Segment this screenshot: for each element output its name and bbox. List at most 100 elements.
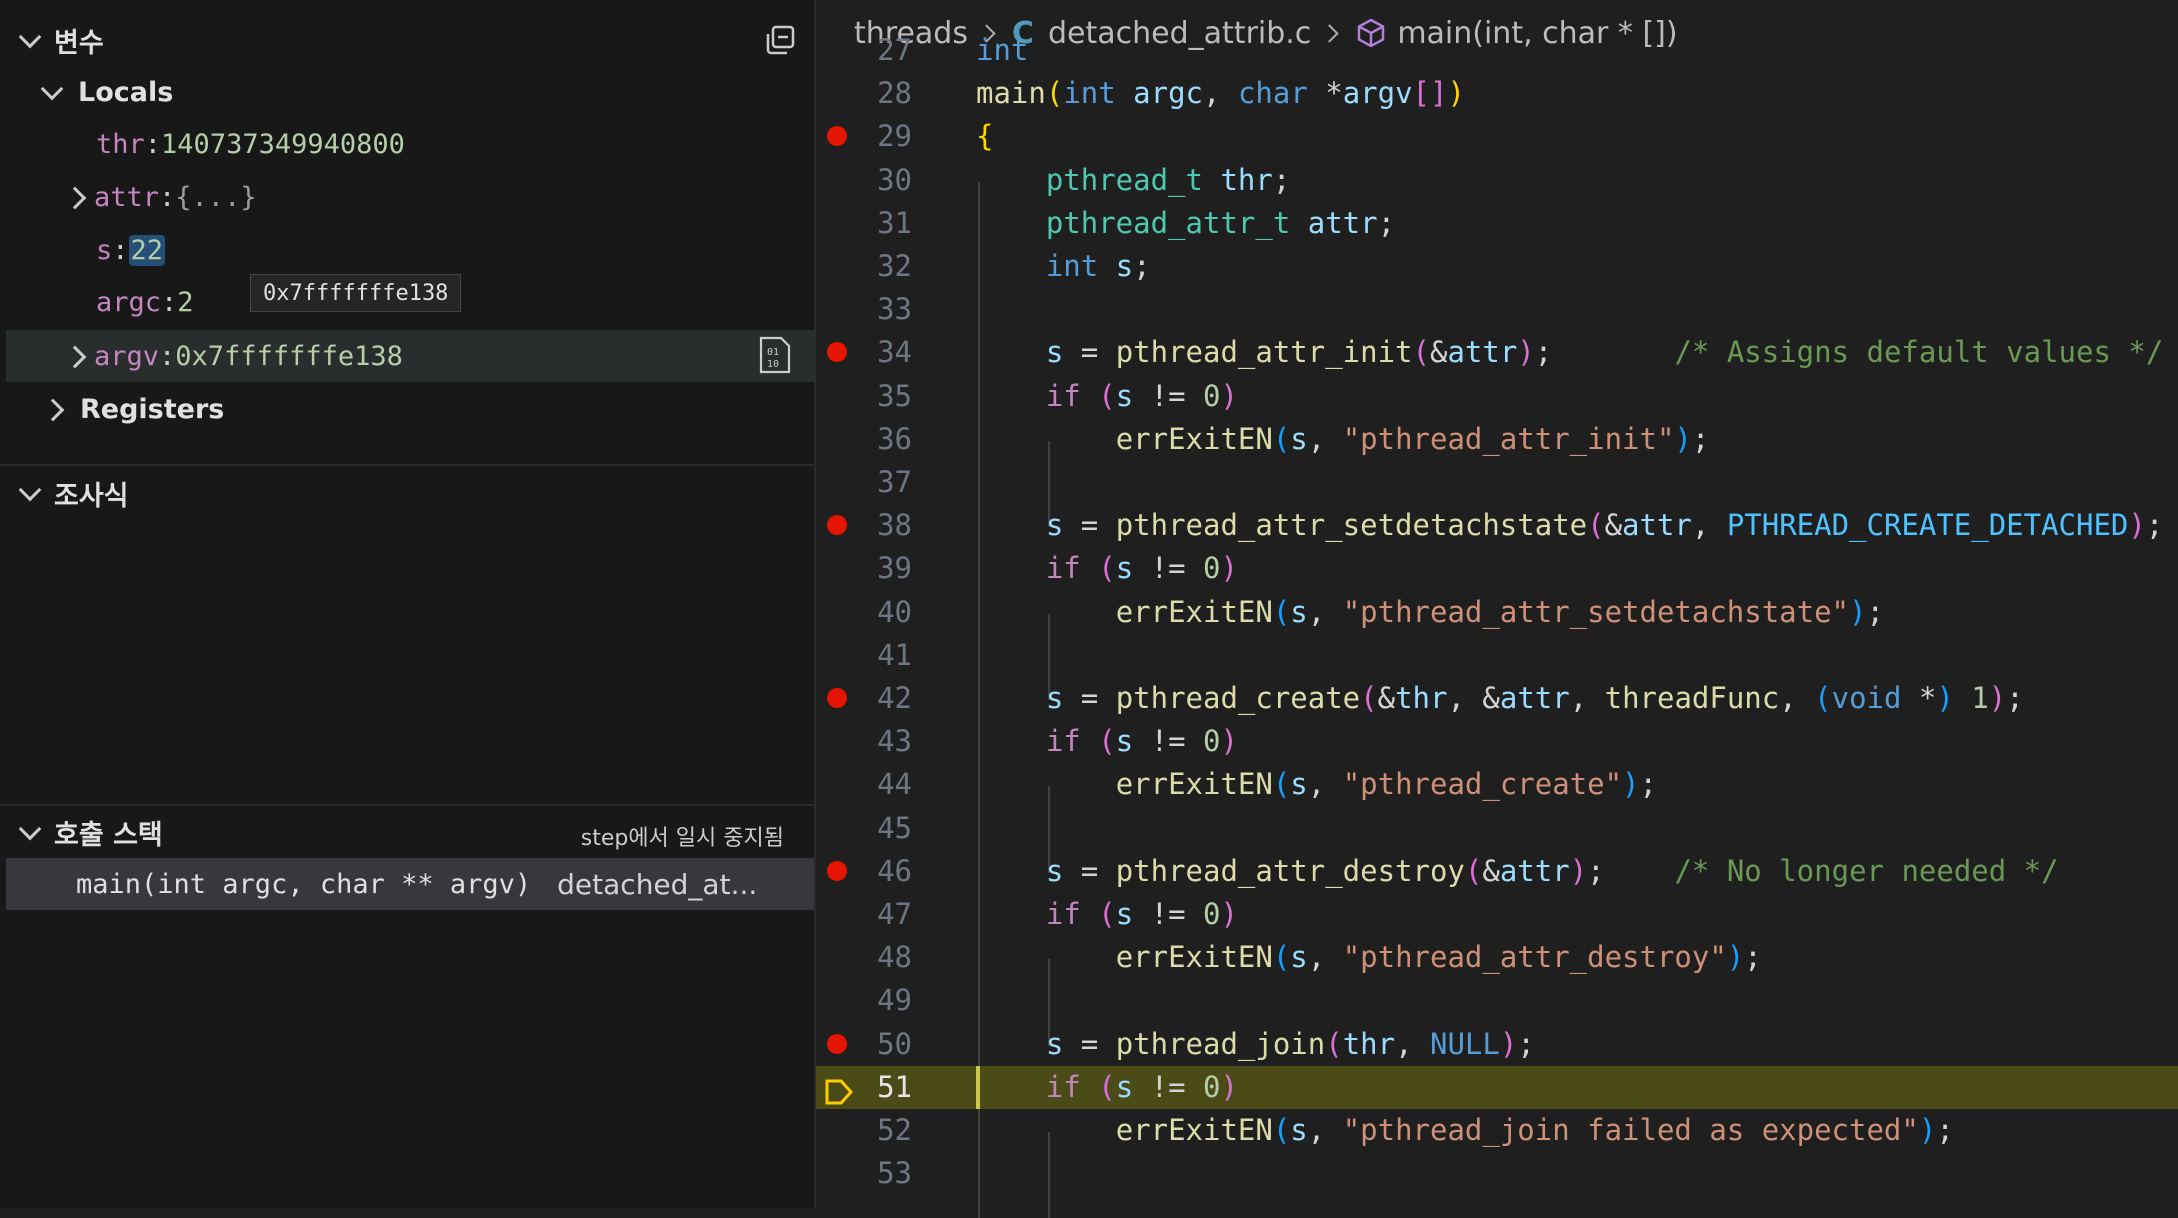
code-line[interactable]: 35 if (s != 0) [816, 375, 2178, 418]
code-text: errExitEN(s, "pthread_attr_init"); [1115, 421, 1710, 456]
view-binary-data-icon[interactable]: 01 10 [758, 336, 792, 378]
chevron-right-icon [42, 395, 70, 423]
code-line[interactable]: 29 { [816, 115, 2178, 158]
line-number: 43 [877, 724, 912, 759]
code-line[interactable]: 53 [816, 1152, 2178, 1195]
code-line[interactable]: 45 [816, 807, 2178, 850]
variable-name: argc [96, 286, 162, 318]
line-number: 30 [877, 162, 912, 197]
line-number: 47 [877, 897, 912, 931]
code-text: pthread_t thr; [1045, 162, 1291, 197]
code-line[interactable]: 43 if (s != 0) [816, 720, 2178, 763]
code-text: errExitEN(s, "pthread_join failed as exp… [1115, 1113, 1954, 1147]
line-number: 44 [877, 767, 912, 802]
collapse-all-icon[interactable] [764, 24, 796, 60]
code-text: s = pthread_attr_destroy(&attr); /* No l… [1045, 853, 2059, 888]
code-text: s = pthread_attr_setdetachstate(&attr, P… [1045, 508, 2164, 543]
code-line[interactable]: 51 if (s != 0) [816, 1065, 2178, 1109]
code-line[interactable]: 40 errExitEN(s, "pthread_attr_setdetachs… [816, 591, 2178, 634]
code-line[interactable]: 39 if (s != 0) [816, 547, 2178, 590]
line-number: 32 [877, 249, 912, 283]
variables-title: 변수 [54, 27, 104, 59]
variable-value: 2 [177, 286, 194, 318]
chevron-right-icon[interactable] [64, 342, 92, 370]
code-line[interactable]: 47 if (s != 0) [816, 893, 2178, 936]
variable-name: argv [94, 340, 160, 372]
line-number: 28 [877, 76, 912, 111]
code-line[interactable]: 27 int [816, 29, 2178, 72]
code-line[interactable]: 48 errExitEN(s, "pthread_attr_destroy"); [816, 936, 2178, 979]
variable-row-attr[interactable]: attr : {...} [6, 171, 814, 223]
code-line[interactable]: 32 int s; [816, 245, 2178, 288]
code-text: if (s != 0) [1045, 897, 1238, 931]
line-number: 35 [877, 378, 912, 413]
value-hover-tooltip: 0x7fffffffe138 [250, 274, 462, 312]
variable-value: 22 [128, 234, 166, 266]
code-line[interactable]: 52 errExitEN(s, "pthread_join failed as … [816, 1109, 2178, 1152]
locals-scope[interactable]: Locals [0, 70, 814, 114]
code-line[interactable]: 37 [816, 461, 2178, 504]
callstack-title: 호출 스택 [54, 819, 163, 851]
chevron-down-icon [16, 479, 44, 507]
code-line[interactable]: 44 errExitEN(s, "pthread_create"); [816, 763, 2178, 806]
code-text: errExitEN(s, "pthread_attr_destroy"); [1115, 940, 1762, 975]
code-line[interactable]: 41 [816, 634, 2178, 677]
section-divider [0, 464, 814, 466]
code-text: int s; [1045, 249, 1151, 283]
variable-value: 140737349940800 [161, 128, 405, 160]
chevron-down-icon [16, 26, 44, 54]
code-text: s = pthread_attr_init(&attr); /* Assigns… [1045, 335, 2164, 370]
code-text: if (s != 0) [1045, 724, 1238, 759]
code-editor[interactable]: threads C detached_attrib.c main(int, ch… [816, 0, 2178, 1218]
code-line[interactable]: 36 errExitEN(s, "pthread_attr_init"); [816, 418, 2178, 461]
code-text: s = pthread_create(&thr, &attr, threadFu… [1045, 681, 2024, 715]
section-divider [0, 804, 814, 806]
line-number: 33 [877, 292, 912, 327]
chevron-down-icon [38, 78, 66, 106]
line-number: 52 [877, 1113, 912, 1147]
line-number: 38 [877, 508, 912, 543]
code-text: s = pthread_join(thr, NULL); [1045, 1026, 1535, 1061]
variable-row-thr[interactable]: thr : 140737349940800 [6, 118, 814, 170]
code-line[interactable]: 38 s = pthread_attr_setdetachstate(&attr… [816, 504, 2178, 547]
variables-section-header[interactable]: 변수 [0, 18, 814, 62]
variable-value: 0x7fffffffe138 [175, 340, 403, 372]
line-number: 40 [877, 594, 912, 629]
line-number: 34 [877, 335, 912, 370]
line-number: 37 [877, 465, 912, 499]
variable-name: attr [94, 181, 160, 213]
line-number: 51 [877, 1069, 912, 1104]
svg-text:10: 10 [767, 359, 779, 370]
callstack-frame-file: detached_at... [557, 867, 758, 901]
variable-value: {...} [175, 181, 257, 213]
variable-row-s[interactable]: s : 22 [6, 224, 814, 276]
line-number: 27 [877, 33, 912, 67]
code-line[interactable]: 49 [816, 979, 2178, 1022]
chevron-right-icon[interactable] [64, 183, 92, 211]
line-number: 29 [877, 119, 912, 154]
locals-title: Locals [78, 76, 174, 108]
code-text: { [976, 119, 994, 154]
watch-section-header[interactable]: 조사식 [0, 471, 814, 515]
code-text: int [976, 33, 1029, 67]
line-number: 50 [877, 1026, 912, 1061]
code-line[interactable]: 46 s = pthread_attr_destroy(&attr); /* N… [816, 850, 2178, 893]
code-line[interactable]: 42 s = pthread_create(&thr, &attr, threa… [816, 677, 2178, 720]
code-line[interactable]: 31 pthread_attr_t attr; [816, 202, 2178, 245]
code-line[interactable]: 28 main(int argc, char *argv[]) [816, 72, 2178, 115]
code-line[interactable]: 30 pthread_t thr; [816, 159, 2178, 202]
code-text: errExitEN(s, "pthread_attr_setdetachstat… [1115, 594, 1884, 629]
line-number: 42 [877, 681, 912, 715]
callstack-frame[interactable]: main(int argc, char ** argv) detached_at… [6, 858, 814, 910]
code-line[interactable]: 34 s = pthread_attr_init(&attr); /* Assi… [816, 331, 2178, 374]
line-number: 49 [877, 983, 912, 1018]
watch-title: 조사식 [54, 480, 129, 512]
callstack-paused-status: step에서 일시 중지됨 [580, 826, 784, 851]
code-text: if (s != 0) [1045, 551, 1238, 586]
debug-sidebar: 변수 Locals thr : 140737349940800 attr : {… [0, 0, 816, 1208]
variable-row-argv[interactable]: argv : 0x7fffffffe138 [6, 330, 814, 382]
code-line[interactable]: 33 [816, 288, 2178, 331]
registers-scope[interactable]: Registers [0, 387, 814, 431]
code-line[interactable]: 50 s = pthread_join(thr, NULL); [816, 1023, 2178, 1066]
line-number: 45 [877, 810, 912, 845]
